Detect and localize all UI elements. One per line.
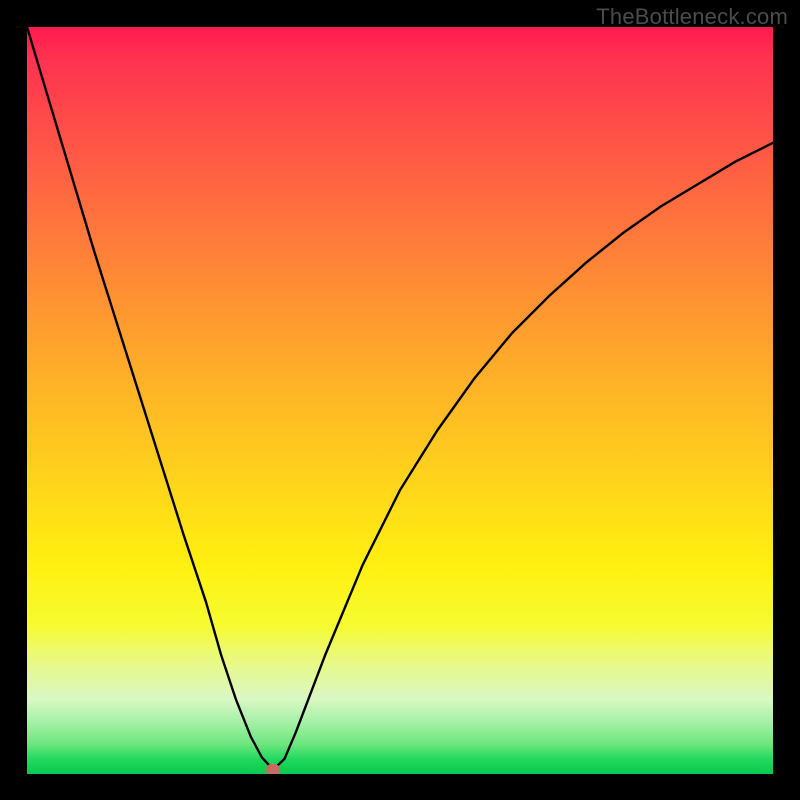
bottleneck-curve — [27, 27, 773, 770]
watermark-text: TheBottleneck.com — [596, 4, 788, 30]
plot-area — [27, 27, 773, 774]
chart-frame: TheBottleneck.com — [0, 0, 800, 800]
optimum-marker — [266, 764, 279, 774]
curve-layer — [27, 27, 773, 774]
